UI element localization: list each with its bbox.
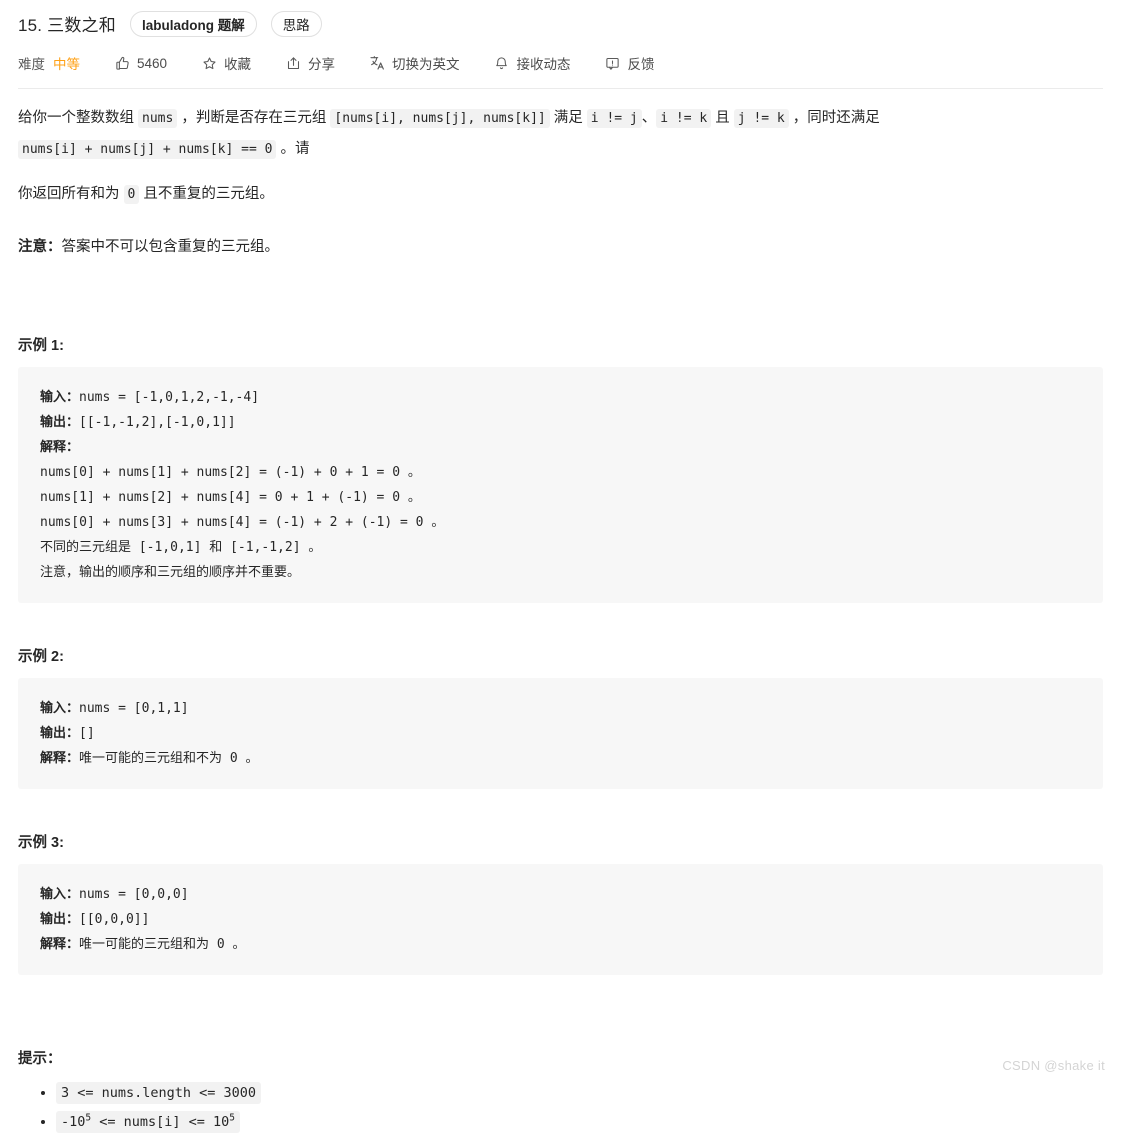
example-line-value: 唯一可能的三元组和不为 0 。 (79, 751, 259, 766)
desc-text: 、 (641, 110, 657, 126)
inline-code: nums[i] + nums[j] + nums[k] == 0 (18, 140, 277, 159)
share-label: 分享 (308, 57, 336, 72)
example-line-value: [] (79, 726, 95, 741)
feedback-label: 反馈 (627, 57, 655, 72)
constraint-part: -10 (61, 1114, 86, 1130)
favorite-label: 收藏 (224, 57, 252, 72)
problem-page: 15. 三数之和 labuladong 题解 思路 难度 中等 5460 收藏 (0, 0, 1121, 1133)
inline-code: j != k (733, 109, 789, 128)
inline-code: [nums[i], nums[j], nums[k]] (330, 109, 550, 128)
description-paragraph-2: 你返回所有和为 0 且不重复的三元组。 (18, 179, 1103, 210)
example-line-value: nums = [0,0,0] (79, 887, 189, 902)
example-code-block: 输入：nums = [0,0,0] 输出：[[0,0,0]] 解释：唯一可能的三… (18, 864, 1103, 975)
example-code-block: 输入：nums = [0,1,1] 输出：[] 解释：唯一可能的三元组和不为 0… (18, 678, 1103, 789)
example-code-block: 输入：nums = [-1,0,1,2,-1,-4] 输出：[[-1,-1,2]… (18, 367, 1103, 603)
subscribe-updates-label: 接收动态 (516, 57, 571, 72)
desc-text: 且 (711, 110, 734, 126)
problem-toolbar: 难度 中等 5460 收藏 分享 切换为英文 接收动态 反馈 (18, 46, 1103, 80)
example-line-value: 不同的三元组是 [-1,0,1] 和 [-1,-1,2] 。 (40, 540, 322, 555)
constraint-exponent: 5 (229, 1112, 236, 1124)
example-line-value: nums = [-1,0,1,2,-1,-4] (79, 390, 260, 405)
tag-approach[interactable]: 思路 (270, 10, 322, 37)
switch-language-label: 切换为英文 (392, 57, 460, 72)
note-text: 答案中不可以包含重复的三元组。 (61, 239, 280, 255)
constraint-code: -105 <= nums[i] <= 105 (56, 1111, 241, 1133)
difficulty-value: 中等 (53, 57, 80, 72)
subscribe-updates-button[interactable]: 接收动态 (494, 53, 571, 73)
inline-code: i != k (656, 109, 712, 128)
example-line-label: 输入： (40, 887, 80, 902)
watermark: CSDN @shake it (1002, 1058, 1105, 1073)
description-note: 注意：答案中不可以包含重复的三元组。 (18, 232, 1103, 262)
inline-code: i != j (586, 109, 642, 128)
star-icon (201, 55, 217, 71)
favorite-button[interactable]: 收藏 (201, 53, 251, 73)
problem-content: 给你一个整数数组 nums ，判断是否存在三元组 [nums[i], nums[… (18, 89, 1103, 1133)
example-line-label: 解释： (40, 751, 80, 766)
description-paragraph-1: 给你一个整数数组 nums ，判断是否存在三元组 [nums[i], nums[… (18, 103, 1103, 165)
example-line-label: 输入： (40, 701, 80, 716)
desc-text: 且不重复的三元组。 (139, 186, 274, 202)
share-button[interactable]: 分享 (285, 53, 335, 73)
example-line-value: nums = [0,1,1] (79, 701, 189, 716)
switch-language-button[interactable]: 切换为英文 (369, 53, 460, 73)
tag-labuladong-solution[interactable]: labuladong 题解 (129, 10, 257, 37)
example-1: 示例 1: 输入：nums = [-1,0,1,2,-1,-4] 输出：[[-1… (18, 334, 1103, 603)
desc-text: 给你一个整数数组 (18, 110, 139, 126)
example-line-label: 解释： (40, 440, 80, 455)
desc-text: 满足 (549, 110, 587, 126)
difficulty-label: 难度 (18, 57, 45, 72)
like-count: 5460 (137, 55, 168, 71)
bell-icon (494, 55, 510, 71)
example-line-value: 唯一可能的三元组和为 0 。 (79, 937, 246, 952)
example-line-label: 解释： (40, 937, 80, 952)
translate-icon (369, 55, 385, 71)
example-line-value: nums[0] + nums[1] + nums[2] = (-1) + 0 +… (40, 465, 421, 480)
desc-text: 。请 (276, 141, 310, 157)
desc-text: 你返回所有和为 (18, 186, 124, 202)
feedback-button[interactable]: 反馈 (605, 53, 655, 73)
constraints-list: 3 <= nums.length <= 3000 -10 5 <= nums[i]… (18, 1082, 1103, 1133)
desc-text: ，判断是否存在三元组 (177, 110, 331, 126)
constraint-part: <= nums[i] <= 10 (91, 1114, 230, 1130)
example-line-label: 输出： (40, 415, 80, 430)
example-line-value: 注意，输出的顺序和三元组的顺序并不重要。 (40, 565, 301, 580)
list-item: 3 <= nums.length <= 3000 (56, 1082, 1103, 1104)
example-line-value: [[-1,-1,2],[-1,0,1]] (79, 415, 236, 430)
example-2: 示例 2: 输入：nums = [0,1,1] 输出：[] 解释：唯一可能的三元… (18, 645, 1103, 789)
example-line-label: 输入： (40, 390, 80, 405)
example-line-value: nums[0] + nums[3] + nums[4] = (-1) + 2 +… (40, 515, 445, 530)
example-line-value: nums[1] + nums[2] + nums[4] = 0 + 1 + (-… (40, 490, 421, 505)
title-row: 15. 三数之和 labuladong 题解 思路 (18, 0, 1103, 37)
example-3: 示例 3: 输入：nums = [0,0,0] 输出：[[0,0,0]] 解释：… (18, 831, 1103, 975)
note-label: 注意： (18, 239, 62, 255)
example-heading: 示例 1: (18, 338, 64, 354)
example-line-label: 输出： (40, 726, 80, 741)
list-item: -105 <= nums[i] <= 105 (56, 1111, 1103, 1133)
example-heading: 示例 2: (18, 649, 64, 665)
page-title: 15. 三数之和 (18, 16, 116, 35)
desc-text: ，同时还满足 (788, 110, 880, 126)
example-heading: 示例 3: (18, 835, 64, 851)
like-button[interactable]: 5460 (114, 55, 167, 71)
feedback-icon (605, 55, 621, 71)
example-line-value: [[0,0,0]] (79, 912, 150, 927)
inline-code: nums (138, 109, 178, 128)
thumbs-up-icon (114, 55, 130, 71)
inline-code: 0 (123, 185, 140, 204)
share-icon (285, 55, 301, 71)
constraint-code: 3 <= nums.length <= 3000 (56, 1082, 262, 1104)
example-line-label: 输出： (40, 912, 80, 927)
hints-heading: 提示： (18, 1051, 62, 1067)
